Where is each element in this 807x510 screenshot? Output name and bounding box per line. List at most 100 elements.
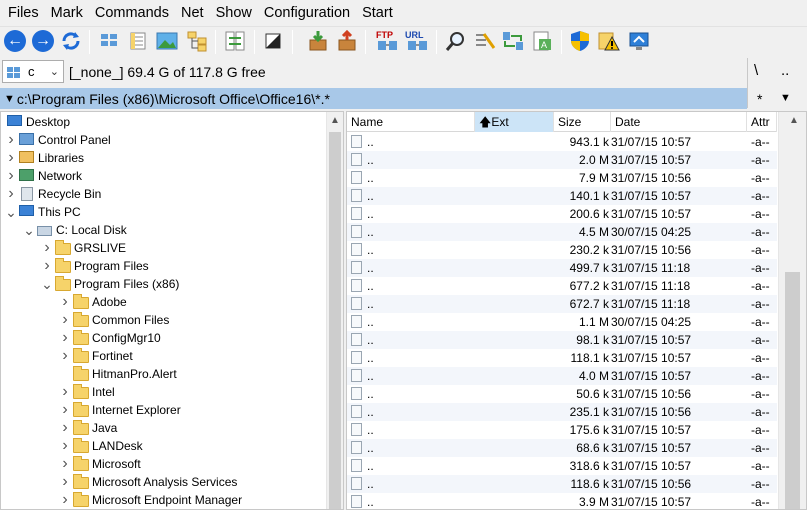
file-row[interactable]: .. 235.1 k 31/07/15 10:56 -a-- xyxy=(347,403,777,421)
chevron-right-icon[interactable]: › xyxy=(59,329,71,347)
chevron-right-icon[interactable]: › xyxy=(5,185,17,203)
file-scroll-thumb[interactable] xyxy=(785,272,800,509)
tree-scroll-thumb[interactable] xyxy=(329,132,341,509)
file-row[interactable]: .. 118.6 k 31/07/15 10:56 -a-- xyxy=(347,475,777,493)
tree-item[interactable]: › Recycle Bin xyxy=(5,185,101,203)
invert-selection-button[interactable] xyxy=(261,29,285,53)
column-ext[interactable]: 🡅Ext xyxy=(475,112,554,132)
file-row[interactable]: .. 2.0 M 31/07/15 10:57 -a-- xyxy=(347,151,777,169)
tree-item[interactable]: › Microsoft Analysis Services xyxy=(59,473,237,491)
unpack-button[interactable] xyxy=(335,29,359,53)
chevron-right-icon[interactable]: › xyxy=(59,473,71,491)
history-dropdown-icon[interactable]: ▼ xyxy=(4,93,15,105)
file-row[interactable]: .. 200.6 k 31/07/15 10:57 -a-- xyxy=(347,205,777,223)
menu-mark[interactable]: Mark xyxy=(45,1,89,25)
chevron-right-icon[interactable]: › xyxy=(41,239,53,257)
search-button[interactable] xyxy=(444,29,468,53)
chevron-right-icon[interactable]: › xyxy=(59,419,71,437)
file-row[interactable]: .. 672.7 k 31/07/15 11:18 -a-- xyxy=(347,295,777,313)
menu-net[interactable]: Net xyxy=(175,1,210,25)
column-name[interactable]: Name xyxy=(347,112,475,132)
tree-item[interactable]: › Fortinet xyxy=(59,347,132,365)
path-bar[interactable]: ▼ c:\Program Files (x86)\Microsoft Offic… xyxy=(0,88,747,109)
full-view-button[interactable] xyxy=(126,29,150,53)
tree-item[interactable]: › Network xyxy=(5,167,82,185)
file-row[interactable]: .. 499.7 k 31/07/15 11:18 -a-- xyxy=(347,259,777,277)
file-row[interactable]: .. 118.1 k 31/07/15 10:57 -a-- xyxy=(347,349,777,367)
tree-item[interactable]: › Internet Explorer xyxy=(59,401,180,419)
url-connect-button[interactable]: URL xyxy=(404,29,432,53)
tree-item[interactable]: › Java xyxy=(59,419,117,437)
chevron-right-icon[interactable]: › xyxy=(59,311,71,329)
file-row[interactable]: .. 4.0 M 31/07/15 10:57 -a-- xyxy=(347,367,777,385)
tree-item[interactable]: HitmanPro.Alert xyxy=(59,365,177,383)
chevron-right-icon[interactable]: › xyxy=(5,131,17,149)
tree-item[interactable]: › LANDesk xyxy=(59,437,142,455)
tree-item[interactable]: › Adobe xyxy=(59,293,126,311)
refresh-button[interactable] xyxy=(59,29,83,53)
file-row[interactable]: .. 7.9 M 31/07/15 10:56 -a-- xyxy=(347,169,777,187)
chevron-right-icon[interactable]: › xyxy=(59,491,71,509)
compare-dirs-button[interactable] xyxy=(223,29,247,53)
tree-item[interactable]: ⌄ C: Local Disk xyxy=(23,221,127,239)
file-row[interactable]: .. 943.1 k 31/07/15 10:57 -a-- xyxy=(347,133,777,151)
tree-scrollbar[interactable]: ▲ xyxy=(326,112,343,509)
chevron-right-icon[interactable]: › xyxy=(59,437,71,455)
tree-item[interactable]: › Intel xyxy=(59,383,114,401)
file-row[interactable]: .. 140.1 k 31/07/15 10:57 -a-- xyxy=(347,187,777,205)
tree-item[interactable]: Desktop xyxy=(5,113,70,131)
file-row[interactable]: .. 3.9 M 31/07/15 10:57 -a-- xyxy=(347,493,777,509)
file-row[interactable]: .. 175.6 k 31/07/15 10:57 -a-- xyxy=(347,421,777,439)
file-row[interactable]: .. 677.2 k 31/07/15 11:18 -a-- xyxy=(347,277,777,295)
tree-item[interactable]: › ConfigMgr10 xyxy=(59,329,160,347)
file-list-scrollbar[interactable]: ▲ xyxy=(778,112,806,509)
tree-item[interactable]: › Microsoft Endpoint Manager xyxy=(59,491,242,509)
chevron-right-icon[interactable]: › xyxy=(59,347,71,365)
chevron-right-icon[interactable]: › xyxy=(41,257,53,275)
ftp-connect-button[interactable]: FTP xyxy=(374,29,402,53)
file-row[interactable]: .. 230.2 k 31/07/15 10:56 -a-- xyxy=(347,241,777,259)
filter-dropdown-icon[interactable]: ▼ xyxy=(780,92,791,104)
file-row[interactable]: .. 50.6 k 31/07/15 10:56 -a-- xyxy=(347,385,777,403)
tree-item[interactable]: › Control Panel xyxy=(5,131,110,149)
menu-configuration[interactable]: Configuration xyxy=(258,1,356,25)
scroll-up-icon[interactable]: ▲ xyxy=(330,115,340,126)
remote-desktop-button[interactable] xyxy=(627,29,651,53)
chevron-right-icon[interactable]: › xyxy=(59,455,71,473)
tree-view-button[interactable] xyxy=(185,29,209,53)
column-size[interactable]: Size xyxy=(554,112,611,132)
forward-button[interactable]: → xyxy=(31,29,55,53)
tree-item[interactable]: ⌄ Program Files (x86) xyxy=(41,275,179,293)
sync-dirs-button[interactable] xyxy=(501,29,525,53)
tree-item[interactable]: › Libraries xyxy=(5,149,84,167)
file-row[interactable]: .. 318.6 k 31/07/15 10:57 -a-- xyxy=(347,457,777,475)
file-row[interactable]: .. 4.5 M 30/07/15 04:25 -a-- xyxy=(347,223,777,241)
chevron-right-icon[interactable]: › xyxy=(59,401,71,419)
menu-show[interactable]: Show xyxy=(210,1,258,25)
warning-button[interactable] xyxy=(597,29,621,53)
tree-item[interactable]: › Program Files xyxy=(41,257,148,275)
parent-dir-button[interactable]: .. xyxy=(781,62,789,79)
menu-start[interactable]: Start xyxy=(356,1,399,25)
tree-item[interactable]: › GRSLIVE xyxy=(41,239,126,257)
root-dir-button[interactable]: \ xyxy=(754,62,758,79)
thumbnails-button[interactable] xyxy=(155,29,179,53)
filter-button[interactable]: * xyxy=(757,91,762,107)
file-row[interactable]: .. 1.1 M 30/07/15 04:25 -a-- xyxy=(347,313,777,331)
tree-item[interactable]: › Microsoft xyxy=(59,455,140,473)
multi-rename-button[interactable] xyxy=(473,29,497,53)
file-row[interactable]: .. 98.1 k 31/07/15 10:57 -a-- xyxy=(347,331,777,349)
brief-view-button[interactable] xyxy=(97,29,121,53)
chevron-down-icon[interactable]: ⌄ xyxy=(23,222,35,239)
chevron-down-icon[interactable]: ⌄ xyxy=(41,276,53,293)
back-button[interactable]: ← xyxy=(3,29,27,53)
column-attr[interactable]: Attr xyxy=(747,112,777,132)
scroll-up-icon[interactable]: ▲ xyxy=(789,115,799,126)
chevron-right-icon[interactable]: › xyxy=(59,293,71,311)
chevron-right-icon[interactable]: › xyxy=(5,149,17,167)
file-row[interactable]: .. 68.6 k 31/07/15 10:57 -a-- xyxy=(347,439,777,457)
tree-item[interactable]: ⌄ This PC xyxy=(5,203,81,221)
chevron-right-icon[interactable]: › xyxy=(5,167,17,185)
chevron-down-icon[interactable]: ⌄ xyxy=(5,204,17,221)
column-date[interactable]: Date xyxy=(611,112,747,132)
